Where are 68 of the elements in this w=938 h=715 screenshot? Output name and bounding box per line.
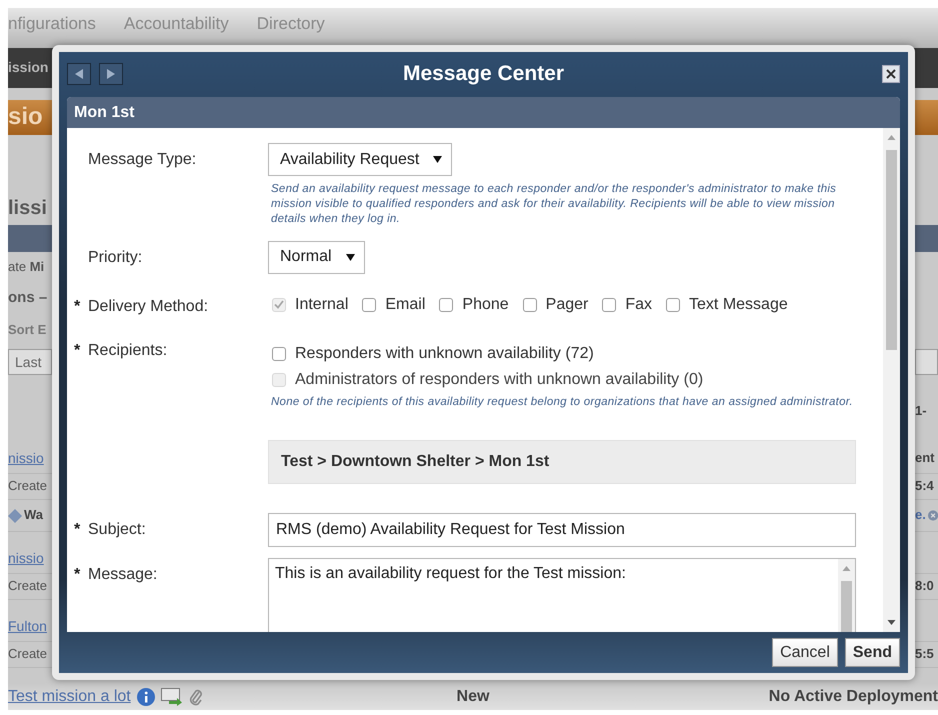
select-box[interactable] (915, 348, 938, 374)
page-banner (915, 100, 938, 135)
checkbox-label[interactable]: Phone (462, 296, 509, 314)
field-label: Delivery Method: (88, 298, 208, 316)
breadcrumb: Test > Downtown Shelter > Mon 1st (268, 440, 856, 484)
required-mark: * (74, 298, 82, 316)
subject-field[interactable]: RMS (demo) Availability Request for Test Mission (268, 512, 856, 547)
left-arrow-icon (75, 68, 83, 78)
field-label: Subject: (88, 520, 146, 540)
section-title: Mon 1st (74, 104, 134, 122)
action-label[interactable]: Wa (24, 508, 44, 523)
checkbox-label[interactable]: Email (385, 296, 426, 314)
check-icon (274, 300, 284, 310)
time-text: 5:5 (915, 647, 934, 662)
page-text: ate Mi (8, 260, 44, 274)
dialog-title: Message Center (402, 62, 564, 86)
scrollbar[interactable] (883, 128, 900, 632)
checkbox-label[interactable]: Responders with unknown availability (72) (295, 344, 594, 363)
field-label: Recipients: (88, 342, 168, 361)
help-text: Send an availability request message to each responder and/or the responder's administrator to make this mission visible to qualified responders and ask for their availability. Recipients will be able to view mission details when they log in. (271, 182, 838, 227)
checkbox-label[interactable]: Text Message (689, 296, 788, 314)
created-text: Create (8, 647, 48, 662)
checkbox[interactable] (522, 298, 537, 312)
sort-label: Sort E (8, 322, 46, 338)
remove-icon[interactable] (928, 510, 938, 521)
checkbox[interactable] (602, 298, 616, 312)
help-text: None of the recipients of this availability request belong to organizations that have an assigned administrator. (271, 394, 854, 410)
field-label: Message: (88, 566, 158, 585)
message-field[interactable]: This is an availability request for the Test mission: (268, 558, 856, 632)
created-text: Create (8, 579, 48, 594)
status-text: New (456, 688, 490, 706)
paperclip-icon[interactable] (188, 688, 203, 706)
deployment-text: No Active Deployment (768, 688, 938, 706)
column-text: ent (915, 451, 934, 466)
info-icon[interactable] (136, 688, 155, 706)
next-button[interactable] (99, 62, 123, 84)
time-text: 5:4 (915, 479, 934, 494)
cancel-button[interactable]: Cancel (772, 638, 838, 667)
checkbox[interactable] (666, 298, 680, 312)
page-heading: lissi (8, 197, 47, 221)
field-label: Priority: (88, 248, 142, 268)
checkbox[interactable] (362, 298, 376, 312)
send-button[interactable]: Send (844, 638, 900, 667)
export-icon[interactable] (160, 688, 183, 706)
page-banner-title: sio (8, 104, 43, 131)
required-mark: * (74, 520, 82, 540)
time-text: 8:0 (915, 579, 934, 594)
close-icon (886, 68, 896, 78)
checkbox[interactable] (439, 298, 454, 312)
created-text: Create (8, 479, 48, 494)
previous-button[interactable] (67, 62, 91, 84)
close-button[interactable] (882, 64, 900, 82)
subnav-item[interactable]: ission (8, 60, 48, 76)
section-heading: ons – (8, 290, 48, 307)
scrollbar[interactable] (838, 558, 855, 632)
sort-select[interactable]: Last (8, 348, 52, 374)
caret-icon (433, 156, 442, 163)
required-mark: * (74, 566, 82, 585)
checkbox-label[interactable]: Fax (625, 296, 652, 314)
dropdown[interactable]: Availability Request (268, 143, 452, 176)
field-label: Message Type: (88, 151, 196, 170)
help-diamond-icon[interactable] (8, 508, 22, 522)
checkbox[interactable] (272, 346, 286, 361)
checkbox-label[interactable]: Pager (546, 296, 588, 314)
pager-text: 1- (915, 404, 927, 418)
right-arrow-icon (107, 68, 115, 78)
dropdown[interactable]: Normal (268, 240, 365, 274)
required-mark: * (74, 342, 82, 361)
